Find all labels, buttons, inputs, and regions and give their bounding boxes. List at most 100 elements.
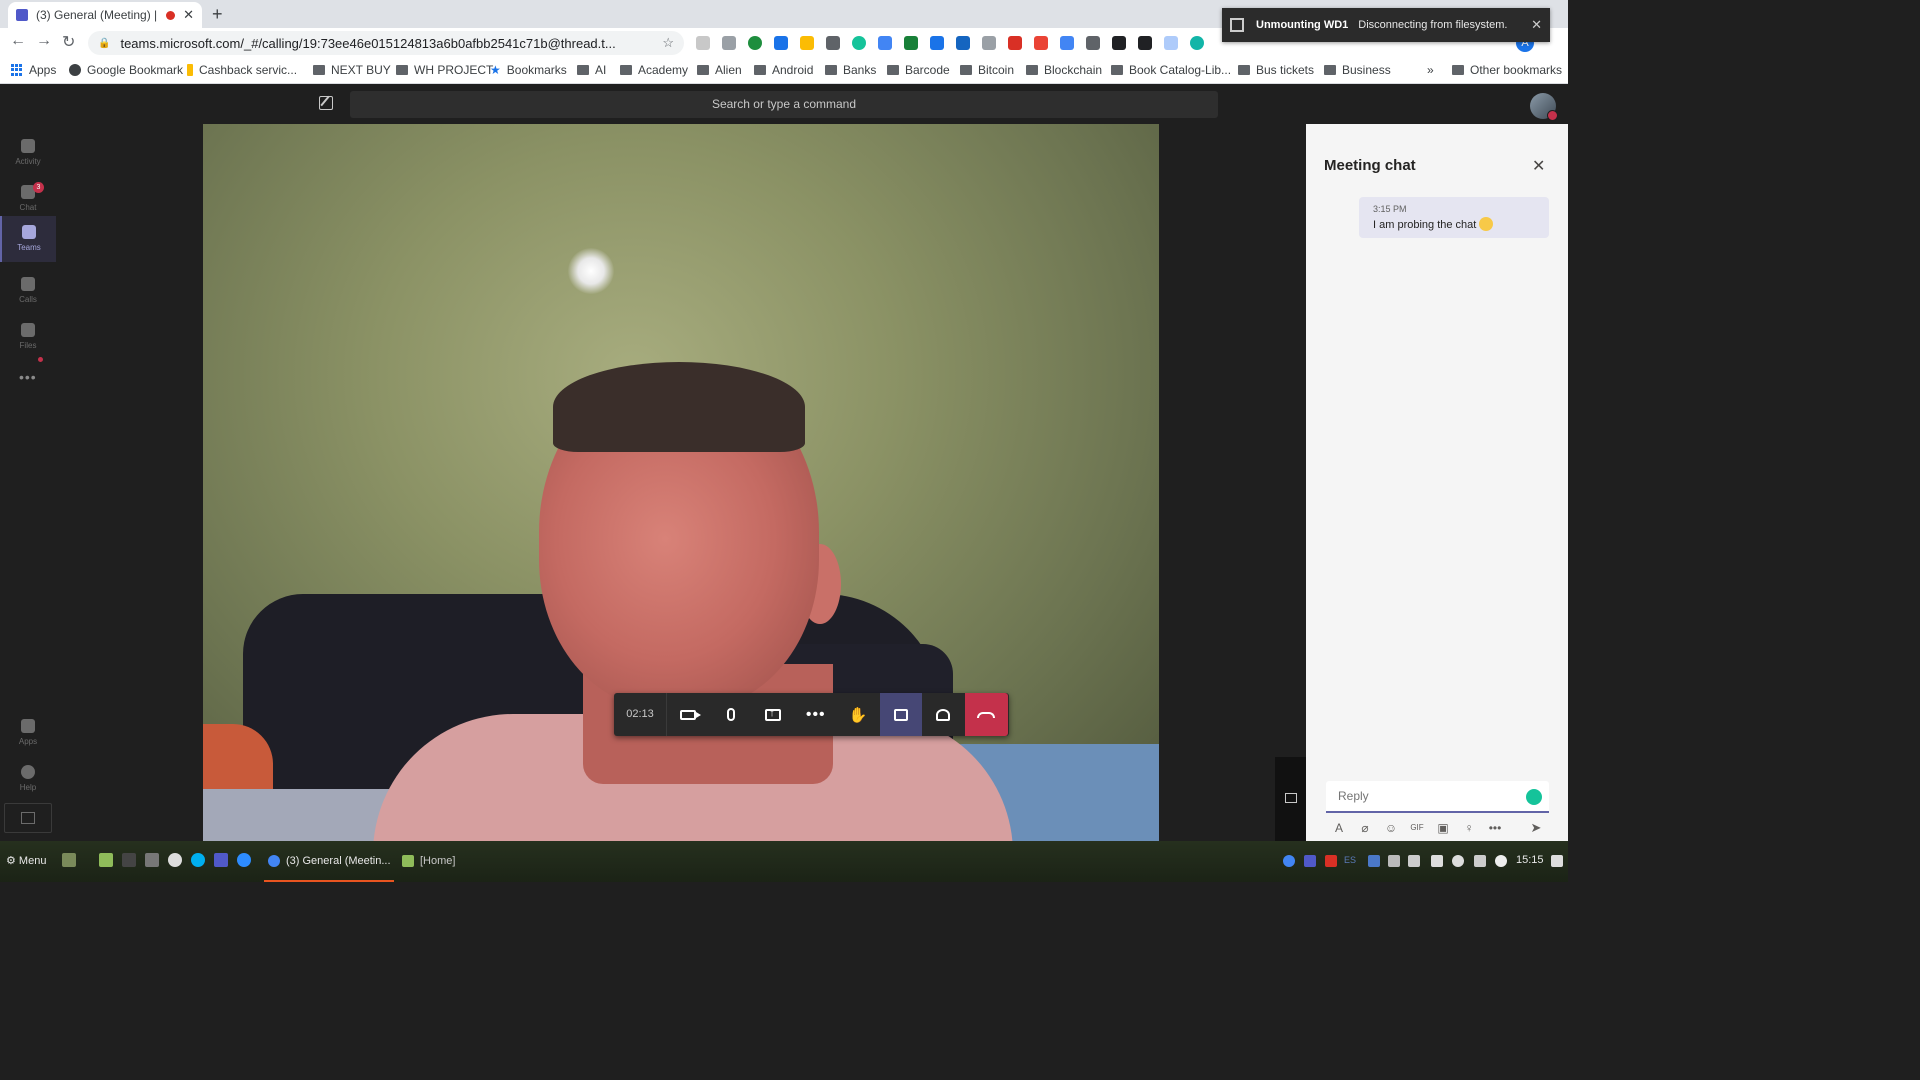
user-avatar[interactable] (1530, 93, 1558, 121)
bookmark-android[interactable]: Android (754, 63, 813, 77)
praise-icon[interactable]: ♀ (1456, 820, 1482, 836)
extension-terminal-icon[interactable] (1138, 36, 1152, 50)
bookmark-cashback[interactable]: Cashback servic... (187, 63, 297, 77)
notification-close-icon[interactable]: ✕ (1531, 17, 1542, 33)
extension-grammarly-icon[interactable] (852, 36, 866, 50)
back-icon[interactable]: ← (10, 32, 26, 50)
taskbar-window-home[interactable]: [Home] (398, 841, 468, 882)
rail-item-activity[interactable]: Activity (0, 130, 56, 176)
network-icon[interactable] (1474, 855, 1486, 867)
tray-mail-icon[interactable] (1325, 855, 1337, 867)
extension-grid-icon[interactable] (826, 36, 840, 50)
terminal-launcher-icon[interactable] (122, 853, 136, 867)
drive-tray-icon[interactable] (1431, 855, 1443, 867)
raise-hand-button[interactable]: ✋ (837, 693, 880, 736)
close-chat-icon[interactable]: ✕ (1532, 156, 1545, 176)
display-icon[interactable] (1388, 855, 1400, 867)
tray-keyboard-layout[interactable]: ES (1344, 855, 1356, 867)
more-actions-button[interactable]: ••• (795, 693, 838, 736)
clipboard-icon[interactable] (1408, 855, 1420, 867)
emoji-icon[interactable]: ☺ (1378, 820, 1404, 836)
extension-lock-icon[interactable] (930, 36, 944, 50)
files-launcher-icon[interactable] (99, 853, 113, 867)
bookmarks-overflow-button[interactable]: » (1427, 63, 1434, 77)
bookmark-bookmarks[interactable]: ★ Bookmarks (490, 63, 567, 77)
other-bookmarks[interactable]: Other bookmarks (1452, 63, 1562, 77)
tray-teams-icon[interactable] (1304, 855, 1316, 867)
show-desktop-icon[interactable] (62, 853, 76, 867)
bookmark-wh-project[interactable]: WH PROJECT (396, 63, 493, 77)
extension-shield-icon[interactable] (1190, 36, 1204, 50)
bookmark-academy[interactable]: Academy (620, 63, 688, 77)
hang-up-button[interactable] (964, 693, 1008, 736)
forward-icon[interactable]: → (36, 32, 52, 50)
bookmark-ai[interactable]: AI (577, 63, 606, 77)
bookmark-bitcoin[interactable]: Bitcoin (960, 63, 1014, 77)
attach-icon[interactable]: ⌀ (1352, 820, 1378, 836)
bookmark-blockchain[interactable]: Blockchain (1026, 63, 1102, 77)
extension-block-icon[interactable] (1034, 36, 1048, 50)
new-chat-compose-icon[interactable] (319, 96, 333, 110)
bookmark-bus-tickets[interactable]: Bus tickets (1238, 63, 1314, 77)
extension-cloud-icon[interactable] (696, 36, 710, 50)
rail-item-calls[interactable]: Calls (0, 268, 56, 314)
download-app-button[interactable] (4, 803, 52, 833)
self-video-toggle[interactable] (1275, 757, 1306, 841)
format-icon[interactable]: A (1326, 820, 1352, 836)
rail-item-files[interactable]: Files (0, 314, 56, 360)
tray-chrome-icon[interactable] (1283, 855, 1295, 867)
show-chat-button[interactable] (879, 693, 922, 736)
reply-box[interactable] (1326, 781, 1549, 813)
rail-item-help[interactable]: Help (0, 756, 56, 802)
extension-bolt-icon[interactable] (1112, 36, 1126, 50)
tab-close-icon[interactable]: ✕ (183, 7, 194, 23)
camera-button[interactable] (667, 693, 710, 736)
bookmark-book-catalog[interactable]: Book Catalog-Lib... (1111, 63, 1231, 77)
bookmark-star-icon[interactable]: ☆ (662, 35, 674, 51)
extension-new-icon[interactable] (1008, 36, 1022, 50)
taskbar-window-teams[interactable]: (3) General (Meetin... (264, 841, 394, 882)
teams-launcher-icon[interactable] (214, 853, 228, 867)
bookmark-barcode[interactable]: Barcode (887, 63, 950, 77)
grammarly-icon[interactable] (1526, 789, 1542, 805)
extension-bulb-icon[interactable] (800, 36, 814, 50)
extension-money-icon[interactable] (904, 36, 918, 50)
zoom-launcher-icon[interactable] (237, 853, 251, 867)
volume-icon[interactable] (1551, 855, 1563, 867)
browser-launcher-icon[interactable] (168, 853, 182, 867)
bookmark-banks[interactable]: Banks (825, 63, 876, 77)
bookmark-google[interactable]: Google Bookmark (69, 63, 183, 77)
extension-ticket-icon[interactable] (982, 36, 996, 50)
extension-page-icon[interactable] (1164, 36, 1178, 50)
extension-drive-icon[interactable] (774, 36, 788, 50)
participants-button[interactable] (922, 693, 965, 736)
printer-launcher-icon[interactable] (145, 853, 159, 867)
share-screen-button[interactable] (752, 693, 795, 736)
command-search-box[interactable]: Search or type a command (350, 91, 1218, 118)
rail-item-teams[interactable]: Teams (0, 216, 56, 262)
mic-button[interactable] (710, 693, 753, 736)
extension-translate-icon[interactable] (878, 36, 892, 50)
more-apps-icon[interactable]: ••• (19, 369, 37, 385)
rail-item-apps[interactable]: Apps (0, 710, 56, 756)
skype-launcher-icon[interactable] (191, 853, 205, 867)
more-options-icon[interactable]: ••• (1482, 820, 1508, 836)
new-tab-button[interactable]: + (212, 4, 223, 25)
extension-s-icon[interactable] (956, 36, 970, 50)
brightness-icon[interactable] (1495, 855, 1507, 867)
start-menu-button[interactable]: ⚙ Menu (6, 854, 46, 867)
reload-icon[interactable]: ↻ (62, 32, 75, 52)
send-icon[interactable]: ➤ (1523, 820, 1549, 836)
extension-mail-icon[interactable] (722, 36, 736, 50)
user-tray-icon[interactable] (1452, 855, 1464, 867)
extension-check-icon[interactable] (748, 36, 762, 50)
extension-speaker-icon[interactable] (1086, 36, 1100, 50)
gif-icon[interactable]: GIF (1404, 820, 1430, 836)
bookmark-business[interactable]: Business (1324, 63, 1391, 77)
bluetooth-icon[interactable] (1368, 855, 1380, 867)
bookmark-apps[interactable]: Apps (11, 63, 56, 77)
browser-tab[interactable]: (3) General (Meeting) | M ✕ (8, 2, 202, 28)
reply-input[interactable] (1326, 781, 1516, 811)
bookmark-next-buy[interactable]: NEXT BUY (313, 63, 391, 77)
address-bar[interactable]: 🔒 teams.microsoft.com/_#/calling/19:73ee… (88, 31, 684, 55)
